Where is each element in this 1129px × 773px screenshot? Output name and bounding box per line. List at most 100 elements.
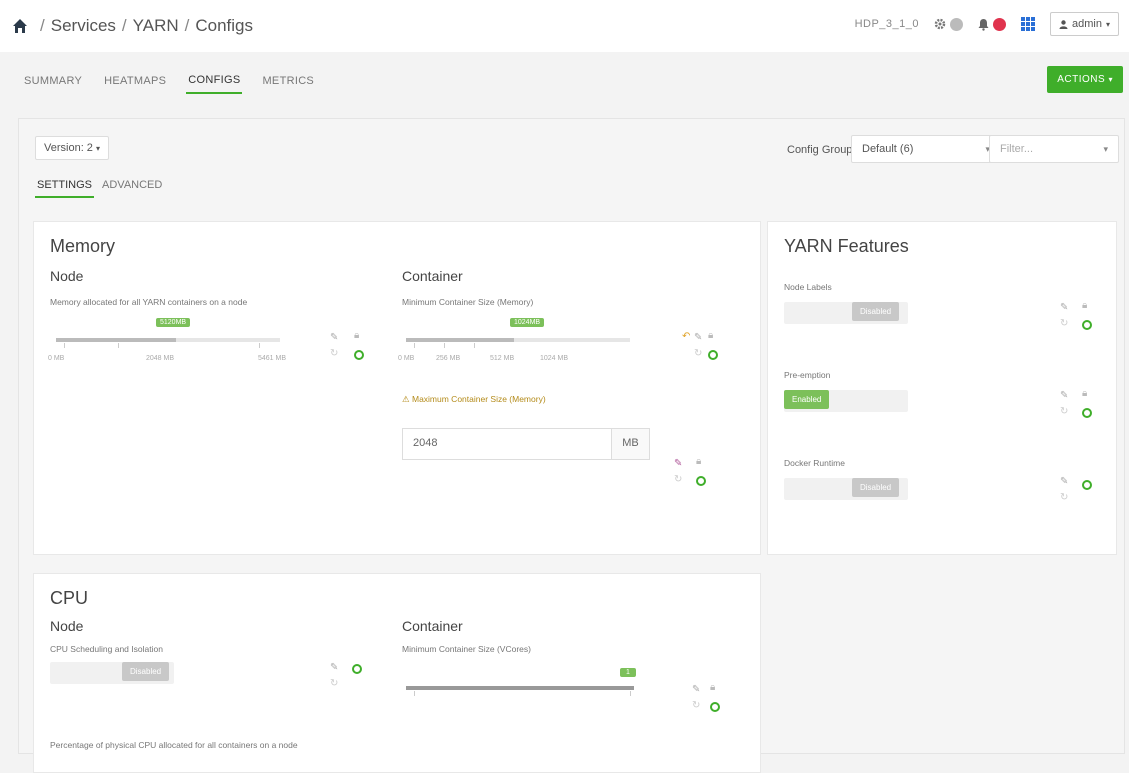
tick-label: 0 MB bbox=[398, 355, 415, 362]
ops-indicator[interactable] bbox=[933, 17, 964, 31]
apps-grid-icon[interactable] bbox=[1020, 16, 1036, 32]
breadcrumb: / Services / YARN / Configs bbox=[40, 16, 254, 36]
tick-label: 2048 MB bbox=[146, 355, 175, 362]
lock-icon[interactable]: 🔒︎ bbox=[708, 330, 713, 341]
gear-icon bbox=[934, 18, 946, 30]
chevron-down-icon: ▾ bbox=[1103, 144, 1108, 154]
cluster-name[interactable]: HDP_3_1_0 bbox=[855, 18, 919, 30]
undo-icon[interactable]: ↻ bbox=[692, 700, 700, 711]
override-plus-icon[interactable] bbox=[1082, 408, 1092, 418]
user-menu-button[interactable]: admin ▾ bbox=[1050, 12, 1119, 36]
edit-pencil-icon[interactable]: ✎ bbox=[694, 332, 702, 343]
memory-container-desc: Minimum Container Size (Memory) bbox=[402, 297, 534, 307]
cpu-node-title: Node bbox=[50, 618, 84, 634]
edit-pencil-icon[interactable]: ✎ bbox=[674, 458, 682, 469]
override-plus-icon[interactable] bbox=[708, 350, 718, 360]
config-subtabs: SETTINGS ADVANCED bbox=[35, 177, 170, 198]
revert-icon[interactable]: ↶ bbox=[682, 331, 690, 342]
feature-label-node-labels: Node Labels bbox=[784, 282, 832, 292]
chevron-down-icon: ▾ bbox=[1105, 19, 1110, 29]
override-plus-icon[interactable] bbox=[352, 664, 362, 674]
subtab-advanced[interactable]: ADVANCED bbox=[100, 177, 164, 198]
lock-icon[interactable]: 🔒︎ bbox=[710, 682, 715, 693]
feature-label-preemption: Pre-emption bbox=[784, 370, 831, 380]
undo-icon[interactable]: ↻ bbox=[1060, 492, 1068, 503]
edit-pencil-icon[interactable]: ✎ bbox=[330, 332, 338, 343]
cpu-container-title: Container bbox=[402, 618, 463, 634]
docker-runtime-state: Disabled bbox=[852, 478, 900, 497]
override-plus-icon[interactable] bbox=[1082, 320, 1092, 330]
yarn-features-section: YARN Features Node Labels Disabled ✎ 🔒︎ … bbox=[767, 221, 1117, 555]
cpu-container-desc: Minimum Container Size (VCores) bbox=[402, 644, 531, 654]
memory-node-title: Node bbox=[50, 268, 84, 284]
home-icon[interactable] bbox=[12, 18, 28, 34]
tick-mark bbox=[64, 343, 65, 348]
cpu-container-value-badge: 1 bbox=[620, 668, 636, 677]
lock-icon[interactable]: 🔒︎ bbox=[1082, 300, 1087, 311]
lock-icon[interactable]: 🔒︎ bbox=[354, 330, 359, 341]
tick-mark bbox=[414, 343, 415, 348]
edit-pencil-icon[interactable]: ✎ bbox=[1060, 390, 1068, 401]
tick-label: 512 MB bbox=[490, 355, 515, 362]
section-title-memory: Memory bbox=[50, 236, 116, 256]
undo-icon[interactable]: ↻ bbox=[694, 348, 702, 359]
override-plus-icon[interactable] bbox=[710, 702, 720, 712]
section-title-cpu: CPU bbox=[50, 588, 89, 608]
config-group-select[interactable]: Default (6) ▾ bbox=[851, 135, 1003, 163]
top-bar: / Services / YARN / Configs HDP_3_1_0 ad… bbox=[0, 0, 1129, 52]
version-dropdown[interactable]: Version: 2 ▾ bbox=[35, 136, 109, 160]
undo-icon[interactable]: ↻ bbox=[1060, 406, 1068, 417]
override-plus-icon[interactable] bbox=[696, 476, 706, 486]
warning-text: Maximum Container Size (Memory) bbox=[411, 394, 546, 404]
tick-mark bbox=[414, 691, 415, 696]
config-group-value: Default (6) bbox=[862, 143, 914, 155]
version-label: Version: 2 bbox=[44, 142, 93, 154]
tab-configs[interactable]: CONFIGS bbox=[186, 68, 243, 94]
edit-pencil-icon[interactable]: ✎ bbox=[1060, 476, 1068, 487]
override-plus-icon[interactable] bbox=[1082, 480, 1092, 490]
user-name: admin bbox=[1072, 18, 1102, 30]
tick-mark bbox=[474, 343, 475, 348]
config-group-label: Config Group bbox=[787, 144, 853, 156]
tick-label: 0 MB bbox=[48, 355, 65, 362]
max-container-size-input[interactable]: 2048 bbox=[402, 428, 612, 460]
actions-button[interactable]: ACTIONS ▾ bbox=[1047, 66, 1123, 93]
node-labels-state: Disabled bbox=[852, 302, 900, 321]
chevron-down-icon: ▾ bbox=[1108, 75, 1113, 84]
override-plus-icon[interactable] bbox=[354, 350, 364, 360]
edit-pencil-icon[interactable]: ✎ bbox=[692, 684, 700, 695]
filter-input[interactable]: Filter... ▾ bbox=[989, 135, 1119, 163]
cpu-node-desc: CPU Scheduling and Isolation bbox=[50, 644, 163, 654]
preemption-state: Enabled bbox=[784, 390, 830, 409]
edit-pencil-icon[interactable]: ✎ bbox=[330, 662, 338, 673]
subtab-settings[interactable]: SETTINGS bbox=[35, 177, 95, 198]
lock-icon[interactable]: 🔒︎ bbox=[696, 456, 701, 467]
alerts-indicator[interactable] bbox=[977, 17, 1007, 31]
tab-heatmaps[interactable]: HEATMAPS bbox=[102, 69, 168, 93]
tick-mark bbox=[259, 343, 260, 348]
lock-icon[interactable]: 🔒︎ bbox=[1082, 388, 1087, 399]
edit-pencil-icon[interactable]: ✎ bbox=[1060, 302, 1068, 313]
memory-container-value-badge: 1024MB bbox=[510, 318, 545, 327]
warning-icon: ⚠ bbox=[402, 394, 412, 404]
breadcrumb-services[interactable]: Services bbox=[51, 16, 116, 36]
breadcrumb-yarn[interactable]: YARN bbox=[133, 16, 179, 36]
tab-metrics[interactable]: METRICS bbox=[260, 69, 316, 93]
tick-label: 256 MB bbox=[436, 355, 461, 362]
undo-icon[interactable]: ↻ bbox=[1060, 318, 1068, 329]
tick-mark bbox=[444, 343, 445, 348]
undo-icon[interactable]: ↻ bbox=[330, 678, 338, 689]
configs-panel: Version: 2 ▾ Config Group Default (6) ▾ … bbox=[18, 118, 1125, 773]
alerts-count-badge bbox=[993, 17, 1007, 31]
ops-count-badge bbox=[950, 17, 964, 31]
undo-icon[interactable]: ↻ bbox=[674, 474, 682, 485]
memory-node-value-badge: 5120MB bbox=[156, 318, 191, 327]
cpu-scheduling-state: Disabled bbox=[122, 662, 170, 681]
filter-placeholder: Filter... bbox=[1000, 143, 1034, 155]
breadcrumb-configs: Configs bbox=[195, 16, 254, 35]
cpu-section: CPU Node CPU Scheduling and Isolation Di… bbox=[33, 573, 761, 773]
undo-icon[interactable]: ↻ bbox=[330, 348, 338, 359]
tick-label: 5461 MB bbox=[258, 355, 287, 362]
tab-summary[interactable]: SUMMARY bbox=[22, 69, 84, 93]
max-container-size-unit: MB bbox=[612, 428, 650, 460]
